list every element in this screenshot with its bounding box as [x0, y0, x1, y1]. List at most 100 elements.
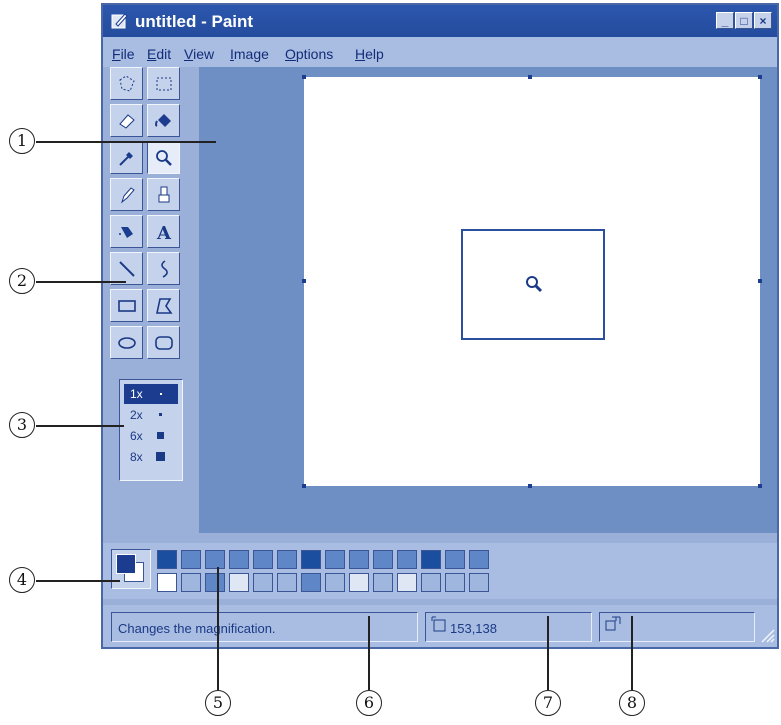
menu-options-hotkey: O — [285, 46, 296, 62]
menu-image[interactable]: Image — [230, 46, 269, 62]
menu-help[interactable]: Help — [355, 46, 384, 62]
menu-file-hotkey: F — [112, 46, 121, 62]
color-swatch[interactable] — [445, 573, 465, 592]
menu-help-hotkey: H — [355, 46, 366, 62]
tool-ellipse[interactable] — [110, 326, 143, 359]
window-title: untitled - Paint — [135, 12, 254, 31]
foreground-color-swatch — [116, 554, 136, 574]
title-bar[interactable]: untitled - Paint _ □ × — [103, 5, 777, 37]
current-colors[interactable] — [111, 549, 151, 589]
menu-bar: File Edit View Image Options Help — [103, 37, 777, 67]
callout-line-7 — [547, 616, 549, 690]
menu-view[interactable]: View — [184, 46, 214, 62]
free-form-select-icon — [119, 75, 135, 92]
color-swatch[interactable] — [325, 573, 345, 592]
status-coordinates-panel: 153,138 — [425, 612, 592, 642]
color-swatch[interactable] — [469, 573, 489, 592]
color-swatch[interactable] — [205, 550, 225, 569]
tool-rectangle[interactable] — [110, 289, 143, 322]
color-swatch[interactable] — [349, 573, 369, 592]
brush-icon — [158, 186, 170, 203]
color-swatch[interactable] — [373, 573, 393, 592]
ellipse-icon — [118, 337, 136, 349]
status-help-panel: Changes the magnification. — [111, 612, 418, 642]
tool-brush[interactable] — [147, 178, 180, 211]
tool-free-form-select[interactable] — [110, 67, 143, 100]
tool-airbrush[interactable] — [110, 215, 143, 248]
resize-grip-icon[interactable] — [759, 627, 775, 643]
color-swatch[interactable] — [301, 550, 321, 569]
resize-handle[interactable] — [302, 75, 306, 79]
color-swatch[interactable] — [373, 550, 393, 569]
status-bar: Changes the magnification. 153,138 — [103, 605, 777, 647]
canvas-area[interactable] — [199, 67, 777, 533]
zoom-option-6x[interactable]: 6x — [124, 426, 178, 446]
resize-handle[interactable] — [758, 279, 762, 283]
color-swatch[interactable] — [397, 573, 417, 592]
zoom-option-2x[interactable]: 2x — [124, 405, 178, 425]
resize-handle[interactable] — [302, 484, 306, 488]
color-swatch[interactable] — [181, 573, 201, 592]
color-swatch[interactable] — [469, 550, 489, 569]
tool-magnifier[interactable] — [147, 141, 180, 174]
curve-icon — [161, 260, 168, 278]
menu-edit[interactable]: Edit — [147, 46, 171, 62]
menu-edit-rest: dit — [156, 46, 172, 62]
menu-view-rest: iew — [193, 46, 215, 62]
menu-image-rest: mage — [233, 46, 269, 62]
color-swatch[interactable] — [277, 573, 297, 592]
color-swatch[interactable] — [253, 573, 273, 592]
color-swatch[interactable] — [421, 573, 441, 592]
callout-6: 6 — [356, 690, 382, 716]
color-swatch[interactable] — [229, 573, 249, 592]
maximize-button[interactable]: □ — [735, 12, 753, 29]
color-swatch[interactable] — [157, 550, 177, 569]
magnification-options: 1x 2x 6x 8x — [119, 379, 183, 481]
color-swatch[interactable] — [157, 573, 177, 592]
callout-7: 7 — [535, 690, 561, 716]
menu-file[interactable]: File — [112, 46, 135, 62]
eraser-icon — [119, 114, 135, 129]
color-swatch[interactable] — [205, 573, 225, 592]
selection-size-icon — [605, 616, 621, 631]
color-swatch[interactable] — [397, 550, 417, 569]
zoom-option-1x[interactable]: 1x — [124, 384, 178, 404]
fill-bucket-icon — [155, 114, 171, 127]
color-swatch[interactable] — [277, 550, 297, 569]
color-swatch[interactable] — [349, 550, 369, 569]
color-swatch[interactable] — [229, 550, 249, 569]
color-swatch[interactable] — [301, 573, 321, 592]
color-swatch[interactable] — [325, 550, 345, 569]
tool-text[interactable]: A — [147, 215, 180, 248]
color-swatch[interactable] — [253, 550, 273, 569]
tool-polygon[interactable] — [147, 289, 180, 322]
tool-curve[interactable] — [147, 252, 180, 285]
tool-fill[interactable] — [147, 104, 180, 137]
zoom-option-label: 8x — [130, 450, 143, 464]
resize-handle[interactable] — [758, 75, 762, 79]
tool-rounded-rectangle[interactable] — [147, 326, 180, 359]
tool-select[interactable] — [147, 67, 180, 100]
text-icon: A — [156, 223, 172, 242]
resize-handle[interactable] — [528, 484, 532, 488]
magnifier-rectangle — [461, 229, 605, 340]
close-button[interactable]: × — [754, 12, 772, 29]
color-swatch[interactable] — [445, 550, 465, 569]
minimize-button[interactable]: _ — [716, 12, 734, 29]
resize-handle[interactable] — [528, 75, 532, 79]
zoom-option-8x[interactable]: 8x — [124, 447, 178, 467]
callout-1: 1 — [9, 128, 35, 154]
polygon-icon — [156, 298, 173, 314]
tool-pencil[interactable] — [110, 178, 143, 211]
callout-5: 5 — [205, 690, 231, 716]
color-swatch[interactable] — [421, 550, 441, 569]
menu-options[interactable]: Options — [285, 46, 333, 62]
tool-eraser[interactable] — [110, 104, 143, 137]
resize-handle[interactable] — [758, 484, 762, 488]
drawing-canvas[interactable] — [304, 77, 760, 486]
magnifier-icon — [156, 150, 172, 166]
tool-pick-color[interactable] — [110, 141, 143, 174]
resize-handle[interactable] — [302, 279, 306, 283]
color-swatch[interactable] — [181, 550, 201, 569]
menu-edit-hotkey: E — [147, 46, 157, 62]
